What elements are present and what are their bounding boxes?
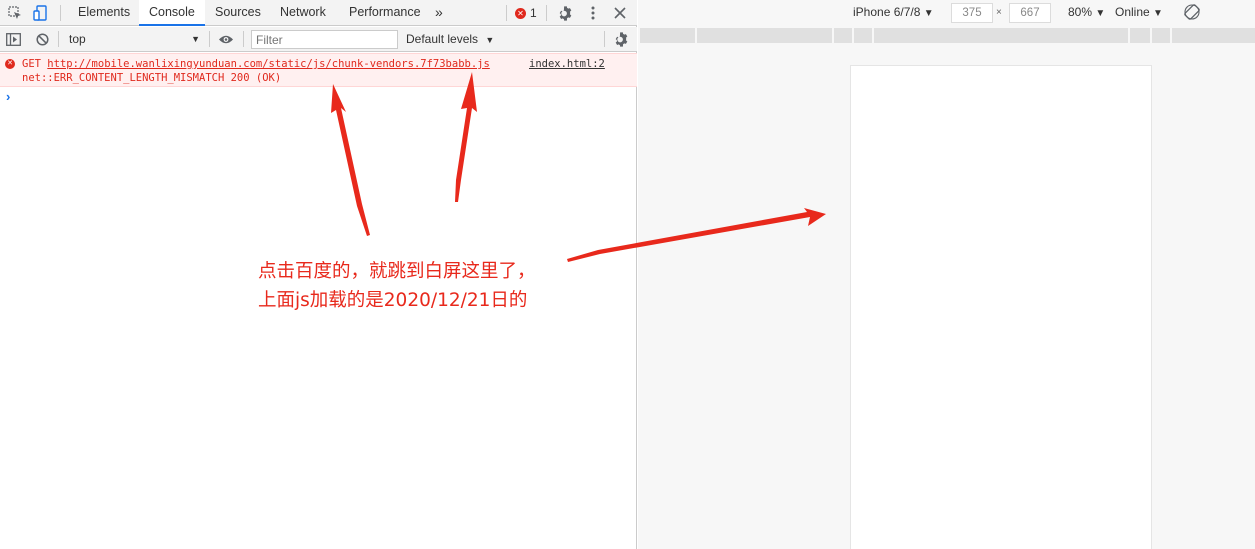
zoom-select[interactable]: 80% ▼	[1068, 5, 1105, 19]
toolbar-divider	[546, 5, 547, 21]
ruler-segment[interactable]	[1172, 28, 1255, 43]
toolbar-divider	[243, 31, 244, 47]
device-toolbar-icon[interactable]	[31, 4, 49, 22]
toolbar-divider	[60, 5, 61, 21]
ruler-segment[interactable]	[834, 28, 852, 43]
caret-down-icon: ▼	[923, 8, 934, 19]
error-url-link[interactable]: http://mobile.wanlixingyunduan.com/stati…	[47, 58, 490, 70]
toolbar-divider	[604, 31, 605, 47]
console-error-message: ✕ GET http://mobile.wanlixingyunduan.com…	[0, 53, 637, 87]
devtools-tab-bar: Elements Console Sources Network Perform…	[0, 0, 637, 26]
emulated-page-viewport[interactable]	[850, 65, 1152, 549]
more-tabs-button[interactable]: »	[425, 0, 453, 25]
console-prompt[interactable]: ›	[6, 89, 10, 104]
caret-down-icon: ▼	[1153, 8, 1163, 19]
error-source-link[interactable]: index.html:2	[529, 58, 605, 70]
ruler-segment[interactable]	[1130, 28, 1150, 43]
close-icon[interactable]	[611, 4, 629, 22]
height-input[interactable]: 667	[1009, 3, 1051, 23]
more-options-icon[interactable]	[584, 4, 602, 22]
device-name: iPhone 6/7/8	[853, 5, 921, 19]
error-icon: ✕	[5, 59, 15, 69]
annotation-text-line2: 上面js加载的是2020/12/21日的	[258, 290, 528, 311]
annotation-text-line1: 点击百度的，就跳到白屏这里了，	[258, 261, 536, 282]
ruler-segment[interactable]	[854, 28, 872, 43]
rotate-icon[interactable]	[1183, 3, 1201, 21]
context-value: top	[69, 32, 86, 46]
tab-performance[interactable]: Performance	[339, 0, 431, 25]
http-method: GET	[22, 58, 41, 70]
zoom-value: 80%	[1068, 5, 1093, 19]
ruler-segment[interactable]	[874, 28, 1128, 43]
settings-gear-icon[interactable]	[556, 4, 574, 22]
log-levels-dropdown[interactable]: Default levels ▼	[406, 30, 494, 49]
toolbar-divider	[58, 31, 59, 47]
media-query-ruler[interactable]	[640, 28, 1255, 43]
network-throttle-select[interactable]: Online ▼	[1115, 5, 1163, 19]
console-toolbar: top ▼ Default levels ▼	[0, 27, 637, 52]
error-count: 1	[530, 6, 537, 20]
tab-network[interactable]: Network	[270, 0, 336, 25]
live-expression-eye-icon[interactable]	[217, 30, 235, 48]
device-toolbar: iPhone 6/7/8 ▼ 375 × 667 80% ▼ Online ▼	[638, 0, 1255, 26]
ruler-segment[interactable]	[697, 28, 832, 43]
toolbar-divider	[506, 5, 507, 21]
console-settings-gear-icon[interactable]	[612, 30, 630, 48]
tab-console[interactable]: Console	[139, 0, 205, 26]
sidebar-toggle-icon[interactable]	[4, 30, 22, 48]
chevron-down-icon: ▼	[485, 35, 495, 45]
tab-elements[interactable]: Elements	[68, 0, 140, 25]
log-levels-label: Default levels	[406, 32, 479, 46]
clear-console-icon[interactable]	[33, 30, 51, 48]
context-selector[interactable]: top ▼	[64, 30, 204, 49]
chevron-down-icon: ▼	[191, 34, 200, 44]
network-value: Online	[1115, 5, 1150, 19]
dimension-separator: ×	[996, 7, 1002, 18]
error-count-badge[interactable]: ✕ 1	[515, 5, 537, 21]
inspect-element-icon[interactable]	[6, 4, 24, 22]
device-emulation-pane: iPhone 6/7/8 ▼ 375 × 667 80% ▼ Online ▼	[638, 0, 1255, 549]
ruler-segment[interactable]	[640, 28, 695, 43]
tab-sources[interactable]: Sources	[205, 0, 271, 25]
filter-input[interactable]	[251, 30, 398, 49]
toolbar-divider	[209, 31, 210, 47]
error-request-line: GET http://mobile.wanlixingyunduan.com/s…	[22, 58, 490, 70]
ruler-segment[interactable]	[1152, 28, 1170, 43]
error-detail: net::ERR_CONTENT_LENGTH_MISMATCH 200 (OK…	[22, 72, 282, 84]
error-icon: ✕	[515, 7, 526, 19]
caret-down-icon: ▼	[1095, 8, 1106, 19]
width-input[interactable]: 375	[951, 3, 993, 23]
device-select[interactable]: iPhone 6/7/8 ▼	[853, 5, 934, 19]
